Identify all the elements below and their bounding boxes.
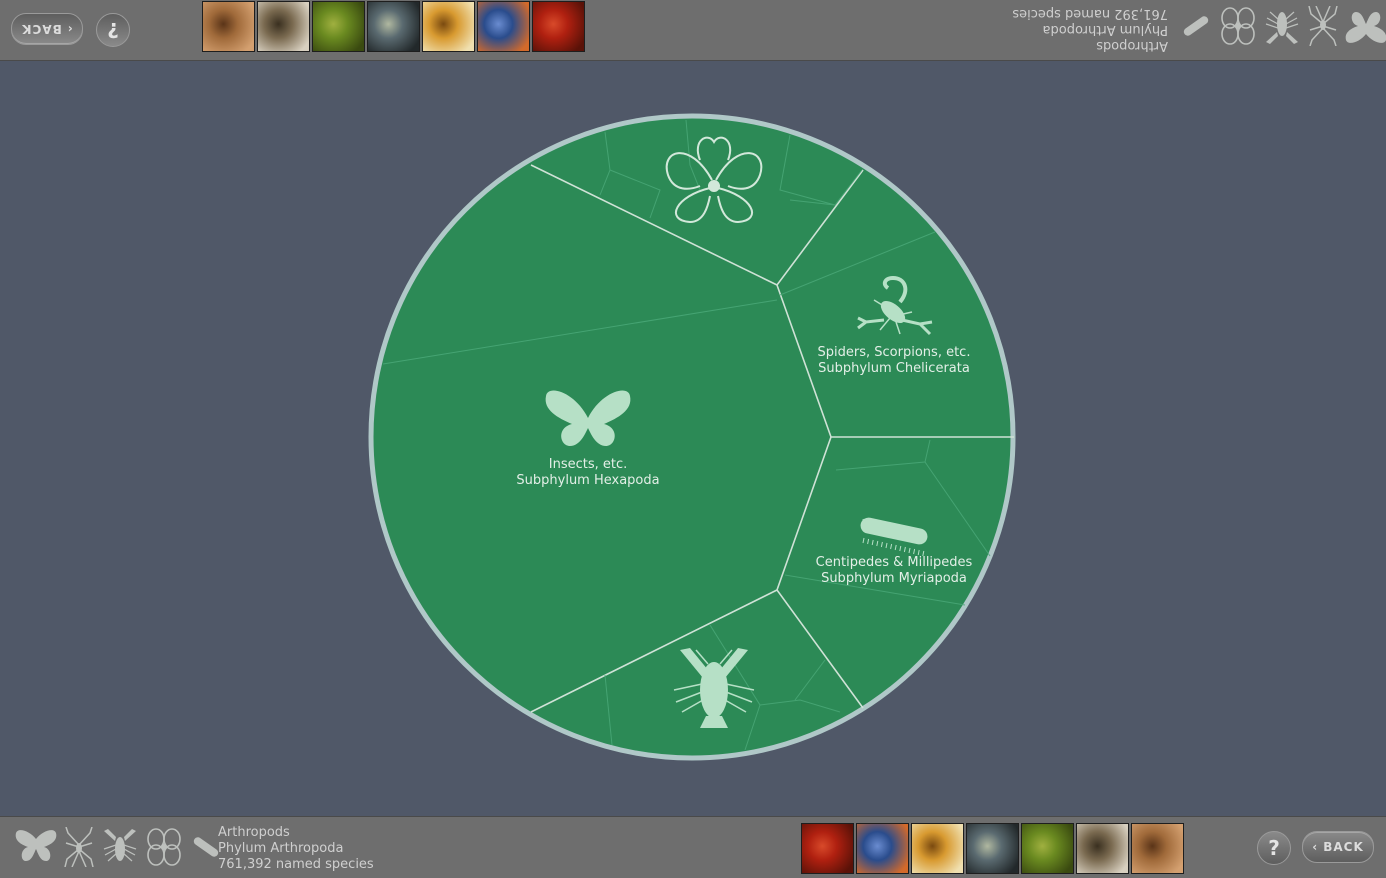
thumbnail-stick-bark[interactable] bbox=[1076, 823, 1129, 874]
taxonomy-wheel bbox=[368, 113, 1016, 761]
group-info: Arthropods Phylum Arthropoda 761,392 nam… bbox=[218, 825, 374, 873]
thumbnail-red-mite[interactable] bbox=[801, 823, 854, 874]
back-label: BACK bbox=[1323, 840, 1364, 854]
sea-spider-icon[interactable] bbox=[146, 827, 182, 867]
back-button[interactable]: ‹ BACK bbox=[1302, 831, 1374, 863]
group-taxon: Phylum Arthropoda bbox=[218, 841, 344, 856]
hexapoda-common-name: Insects, etc. bbox=[548, 457, 628, 472]
thumbnail-green-insect[interactable] bbox=[1021, 823, 1074, 874]
group-species: 761,392 named species bbox=[218, 857, 374, 872]
bottom-toolbar: Arthropods Phylum Arthropoda 761,392 nam… bbox=[0, 816, 1386, 878]
help-label: ? bbox=[1268, 836, 1280, 860]
segment-label-chelicerata[interactable]: Spiders, Scorpions, etc. Subphylum Cheli… bbox=[818, 345, 971, 377]
chelicerata-common-name: Spiders, Scorpions, etc. bbox=[817, 345, 971, 360]
spider-icon[interactable] bbox=[64, 827, 94, 867]
thumbnail-blue-orange-isopod[interactable] bbox=[856, 823, 909, 874]
segment-label-hexapoda[interactable]: Insects, etc. Subphylum Hexapoda bbox=[516, 457, 659, 489]
thumbnail-bee[interactable] bbox=[911, 823, 964, 874]
thumbnail-brown-crab[interactable] bbox=[1131, 823, 1184, 874]
back-chevron-icon: ‹ bbox=[1312, 840, 1319, 854]
thumbnail-strip-bottom bbox=[801, 823, 1186, 874]
segment-label-myriapoda[interactable]: Centipedes & Millipedes Subphylum Myriap… bbox=[816, 555, 973, 587]
lineage-icons bbox=[14, 827, 230, 867]
butterfly-icon[interactable] bbox=[14, 827, 58, 867]
chelicerata-taxon: Subphylum Chelicerata bbox=[818, 361, 970, 376]
help-button[interactable]: ? bbox=[1257, 831, 1291, 865]
thumbnail-shrimp[interactable] bbox=[966, 823, 1019, 874]
hexapoda-taxon: Subphylum Hexapoda bbox=[516, 473, 660, 488]
group-name: Arthropods bbox=[218, 825, 290, 840]
crayfish-icon[interactable] bbox=[100, 827, 140, 867]
myriapoda-taxon: Subphylum Myriapoda bbox=[821, 571, 967, 586]
myriapoda-common-name: Centipedes & Millipedes bbox=[815, 555, 973, 570]
